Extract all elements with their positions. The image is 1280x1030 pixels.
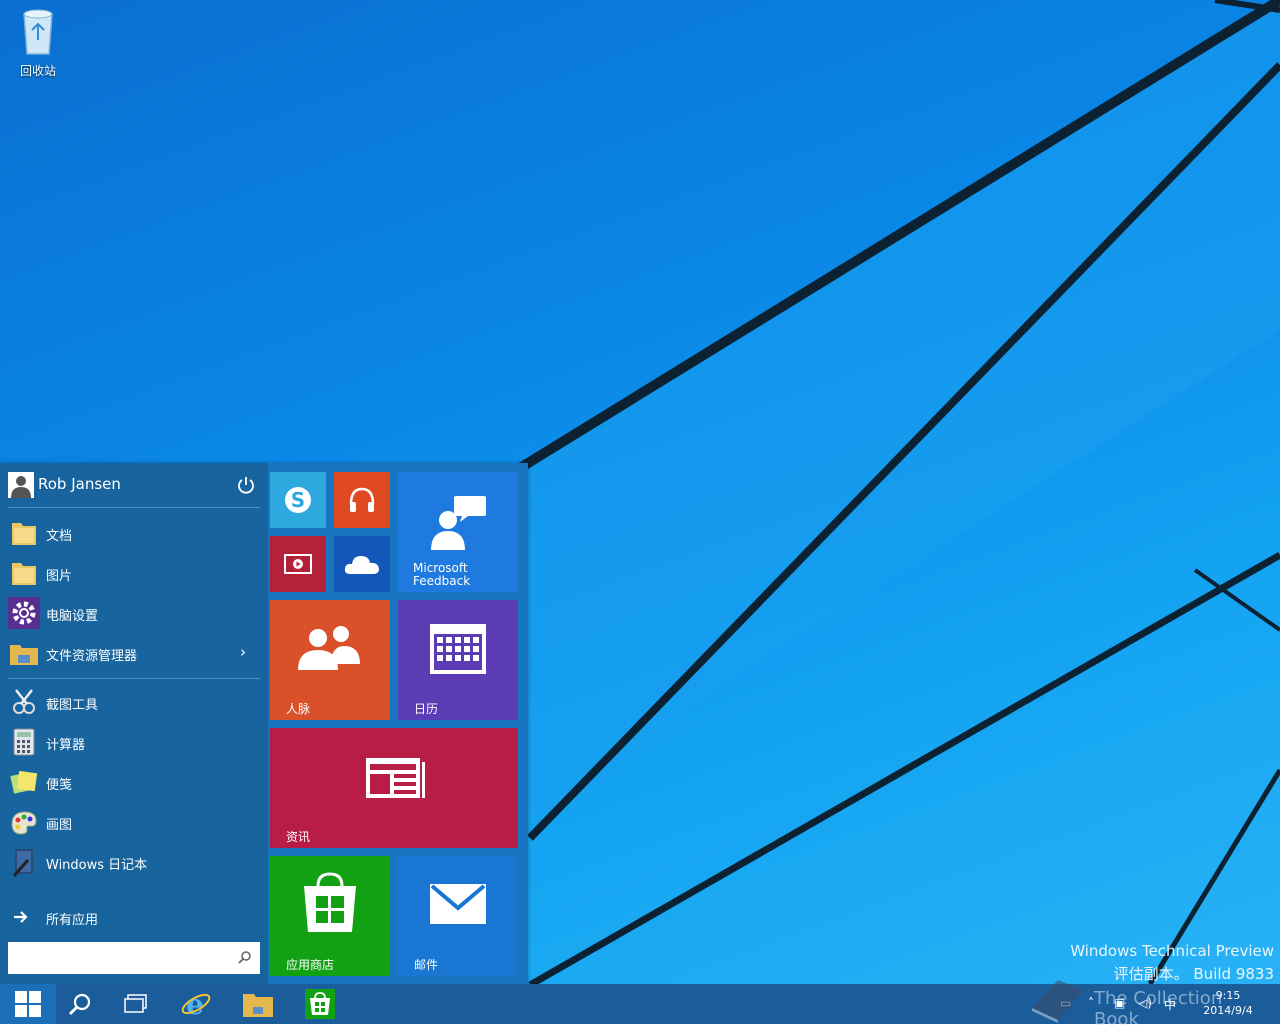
task-view-button[interactable] xyxy=(108,984,164,1024)
start-button[interactable] xyxy=(0,984,56,1024)
task-view-icon xyxy=(124,994,147,1013)
recycle-bin-icon xyxy=(23,9,53,55)
menu-item-label: 截图工具 xyxy=(46,698,99,713)
menu-item-label: 文件资源管理器 xyxy=(46,649,138,664)
video-icon xyxy=(284,554,312,574)
cloud-icon xyxy=(344,556,379,574)
file-explorer-icon xyxy=(10,645,38,665)
menu-item-documents[interactable]: 文档 xyxy=(0,513,268,553)
people-icon xyxy=(298,626,360,670)
windows-logo-icon xyxy=(15,991,41,1017)
feedback-icon xyxy=(431,496,486,550)
file-explorer-button[interactable] xyxy=(230,984,286,1024)
menu-item-calculator[interactable]: 计算器 xyxy=(0,722,268,762)
tile-label: Microsoft Feedback xyxy=(413,562,470,588)
tile-video[interactable] xyxy=(270,536,326,592)
news-icon xyxy=(366,758,425,798)
store-icon xyxy=(305,989,335,1019)
feedback-label-line-2: Feedback xyxy=(413,574,471,588)
tile-label: 应用商店 xyxy=(286,958,335,972)
store-icon xyxy=(304,872,356,932)
menu-item-pc-settings[interactable]: 电脑设置 xyxy=(0,593,268,633)
divider xyxy=(8,678,260,679)
skype-icon: S xyxy=(285,487,311,513)
tile-microsoft-feedback[interactable]: Microsoft Feedback xyxy=(398,472,518,592)
recycle-bin-label: 回收站 xyxy=(19,64,56,78)
start-menu: Rob Jansen 文档 图片 电脑设置 文件资源管理器 › 截图工具 计算器… xyxy=(0,463,528,984)
tile-label: 邮件 xyxy=(414,958,439,972)
recycle-bin[interactable]: 回收站 xyxy=(10,6,66,79)
start-menu-left-pane: Rob Jansen 文档 图片 电脑设置 文件资源管理器 › 截图工具 计算器… xyxy=(0,463,268,984)
tile-label: 人脉 xyxy=(286,702,311,716)
paint-icon xyxy=(11,811,37,835)
tile-label: 资讯 xyxy=(286,830,311,844)
menu-item-paint[interactable]: 画图 xyxy=(0,802,268,842)
user-account-row[interactable]: Rob Jansen xyxy=(0,463,268,507)
folder-icon xyxy=(12,563,36,585)
menu-item-label: Windows 日记本 xyxy=(46,858,148,873)
chevron-right-icon[interactable]: › xyxy=(240,643,246,661)
tile-skype[interactable]: S xyxy=(270,472,326,528)
tile-onedrive[interactable] xyxy=(334,536,390,592)
headphones-icon xyxy=(349,487,375,512)
power-icon[interactable] xyxy=(236,475,256,495)
book-icon xyxy=(1032,980,1084,1023)
all-apps-label: 所有应用 xyxy=(46,913,99,928)
tile-music[interactable] xyxy=(334,472,390,528)
tile-label: 日历 xyxy=(414,702,439,716)
divider xyxy=(8,507,260,508)
internet-explorer-icon: e xyxy=(181,988,211,1020)
menu-item-file-explorer[interactable]: 文件资源管理器 › xyxy=(0,633,268,673)
menu-item-label: 电脑设置 xyxy=(46,609,99,624)
menu-item-pictures[interactable]: 图片 xyxy=(0,553,268,593)
menu-item-label: 文档 xyxy=(46,529,73,544)
journal-icon xyxy=(12,849,33,877)
sticky-notes-icon xyxy=(10,770,38,794)
mail-icon xyxy=(430,884,486,924)
menu-item-windows-journal[interactable]: Windows 日记本 xyxy=(0,842,268,882)
folder-icon xyxy=(12,523,36,545)
search-box[interactable] xyxy=(8,942,260,974)
menu-item-sticky-notes[interactable]: 便笺 xyxy=(0,762,268,802)
gear-icon xyxy=(8,597,40,629)
collection-book-overlay: The Collection Book xyxy=(1028,976,1268,1030)
menu-item-label: 计算器 xyxy=(46,738,86,753)
menu-item-label: 画图 xyxy=(46,818,73,833)
tile-people[interactable]: 人脉 xyxy=(270,600,390,720)
tile-news[interactable]: 资讯 xyxy=(270,728,518,848)
menu-item-label: 图片 xyxy=(46,569,73,584)
snipping-tool-icon xyxy=(13,689,35,714)
watermark-line-1: Windows Technical Preview xyxy=(1070,942,1274,960)
tile-store[interactable]: 应用商店 xyxy=(270,856,390,976)
user-avatar-icon xyxy=(8,472,34,498)
tile-calendar[interactable]: 日历 xyxy=(398,600,518,720)
search-button[interactable] xyxy=(52,984,108,1024)
search-input[interactable] xyxy=(14,942,233,974)
calculator-icon xyxy=(13,728,35,756)
menu-item-label: 便笺 xyxy=(46,778,73,793)
search-icon xyxy=(69,993,91,1015)
tile-mail[interactable]: 邮件 xyxy=(398,856,518,976)
calendar-icon xyxy=(430,624,486,674)
arrow-right-icon xyxy=(14,911,28,923)
svg-text:S: S xyxy=(291,488,305,512)
folder-icon xyxy=(243,994,273,1017)
internet-explorer-button[interactable]: e xyxy=(168,984,224,1024)
user-name: Rob Jansen xyxy=(38,475,121,493)
svg-text:e: e xyxy=(186,988,204,1020)
search-icon[interactable] xyxy=(238,950,252,964)
menu-item-snipping-tool[interactable]: 截图工具 xyxy=(0,682,268,722)
store-button[interactable] xyxy=(292,984,348,1024)
all-apps-link[interactable]: 所有应用 xyxy=(0,897,268,937)
